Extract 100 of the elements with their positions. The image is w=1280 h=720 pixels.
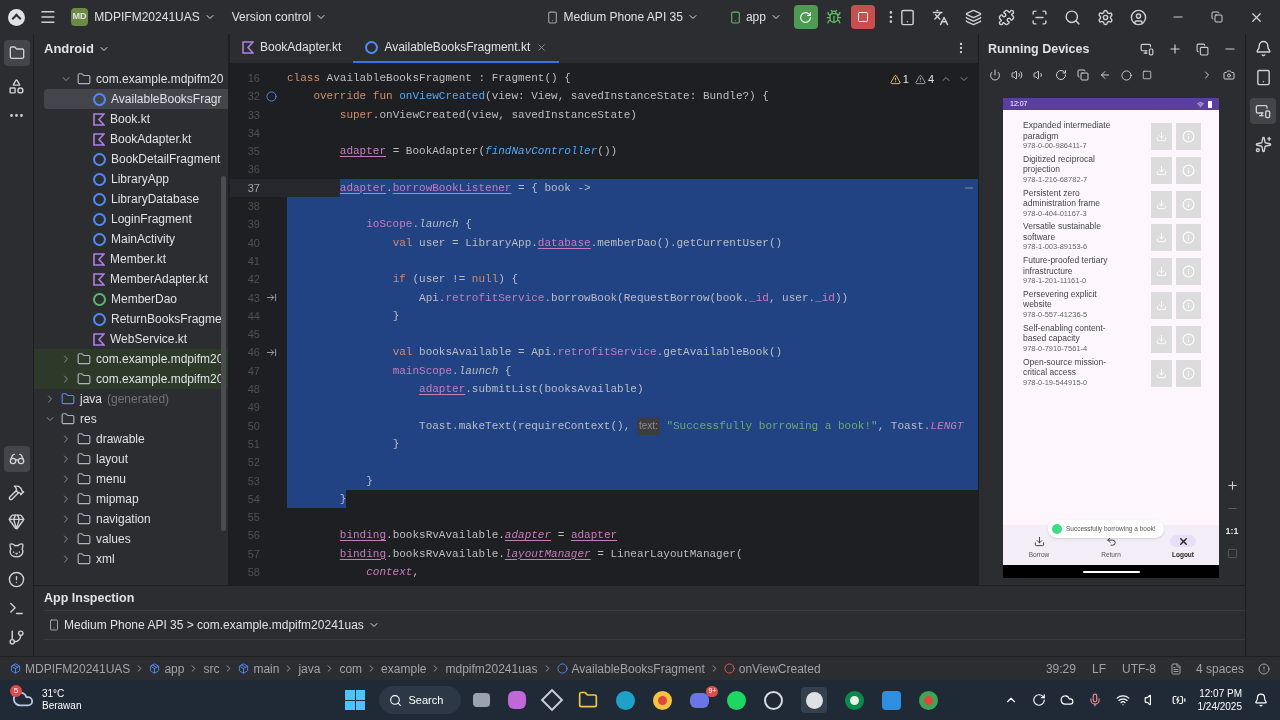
readonly-icon[interactable]: [1169, 662, 1182, 675]
breadcrumb[interactable]: onViewCreated: [723, 659, 821, 678]
rotate-icon[interactable]: [1055, 69, 1067, 81]
file-encoding[interactable]: UTF-8: [1121, 659, 1156, 678]
restore-icon[interactable]: [1211, 11, 1223, 23]
run-configuration[interactable]: app: [728, 8, 782, 26]
android-studio-icon[interactable]: [801, 687, 828, 713]
status-icon[interactable]: [1258, 662, 1270, 675]
code-editor-icon[interactable]: [882, 690, 902, 710]
fold-icon[interactable]: [1077, 69, 1089, 81]
plugin-icon[interactable]: [998, 8, 1015, 26]
account-icon[interactable]: [1130, 8, 1147, 26]
settings-icon[interactable]: [1097, 8, 1114, 26]
scrollbar[interactable]: [221, 176, 226, 531]
home-icon[interactable]: [1121, 69, 1132, 81]
battery-icon[interactable]: [1171, 693, 1186, 707]
tree-item[interactable]: mipmap: [34, 489, 228, 509]
volume-down-icon[interactable]: [1033, 69, 1045, 81]
line-separator[interactable]: LF: [1091, 659, 1106, 678]
search-button[interactable]: Search: [379, 686, 462, 714]
breadcrumb[interactable]: app: [149, 659, 185, 678]
tree-item[interactable]: com.example.mdpifm20: [34, 369, 228, 389]
tree-item[interactable]: menu: [34, 469, 228, 489]
power-icon[interactable]: [989, 69, 1001, 81]
edge-icon[interactable]: [616, 690, 636, 710]
volume-up-icon[interactable]: [1011, 69, 1023, 81]
terminal-icon[interactable]: [8, 600, 25, 617]
device-tab-icon[interactable]: [1140, 42, 1154, 56]
tree-item[interactable]: layout: [34, 449, 228, 469]
translate-icon[interactable]: [932, 8, 949, 26]
layers-icon[interactable]: [965, 8, 982, 26]
menu-icon[interactable]: [38, 8, 57, 26]
tree-item[interactable]: MemberDao: [34, 289, 228, 309]
tree-item[interactable]: LibraryDatabase: [34, 189, 228, 209]
shapes-icon[interactable]: [8, 78, 25, 95]
breadcrumb[interactable]: main: [238, 659, 280, 678]
breadcrumb[interactable]: java: [298, 659, 321, 678]
weak-warning-count[interactable]: 4: [914, 71, 934, 88]
device-selector[interactable]: Medium Phone API 35: [546, 8, 699, 26]
tree-item[interactable]: Member.kt: [34, 249, 228, 269]
cloud-icon[interactable]: [1059, 693, 1074, 707]
indent-setting[interactable]: 4 spaces: [1195, 659, 1244, 678]
tree-item[interactable]: res: [34, 409, 228, 429]
git-icon[interactable]: [8, 629, 25, 646]
breadcrumb[interactable]: com: [339, 659, 363, 678]
date[interactable]: 1/24/2025: [1197, 700, 1242, 713]
tree-item[interactable]: com.example.mdpifm20: [34, 69, 228, 89]
zoom-in-icon[interactable]: [1225, 478, 1239, 492]
notifications-icon[interactable]: [1254, 693, 1268, 707]
override-icon[interactable]: [266, 90, 277, 102]
warning-count[interactable]: 1: [889, 71, 909, 88]
tree-item[interactable]: Book.kt: [34, 109, 228, 129]
clock[interactable]: 12:07 PM: [1199, 687, 1242, 700]
tree-item[interactable]: ReturnBooksFragme: [34, 309, 228, 329]
caret-position[interactable]: 39:29: [1045, 659, 1076, 678]
tree-item[interactable]: LoginFragment: [34, 209, 228, 229]
tree-item[interactable]: com.example.mdpifm20: [34, 349, 228, 369]
actual-size-button[interactable]: 1:1: [1225, 524, 1239, 539]
close-tab-icon[interactable]: [536, 41, 548, 53]
breadcrumb[interactable]: example: [381, 659, 427, 678]
tree-item[interactable]: LibraryApp: [34, 169, 228, 189]
windows-start-button[interactable]: [345, 690, 366, 710]
tree-item[interactable]: BookDetailFragment: [34, 149, 228, 169]
back-icon[interactable]: [1099, 69, 1111, 81]
breadcrumb[interactable]: src: [203, 659, 220, 678]
notifications-icon[interactable]: [1254, 40, 1272, 57]
tree-item[interactable]: BookAdapter.kt: [34, 129, 228, 149]
search-icon[interactable]: [1064, 8, 1081, 26]
breadcrumb[interactable]: MDPIFM20241UAS: [10, 659, 131, 678]
editor-tab[interactable]: BookAdapter.kt: [230, 33, 354, 63]
tree-item[interactable]: xml: [34, 549, 228, 569]
microphone-icon[interactable]: [1087, 693, 1102, 707]
tree-item[interactable]: navigation: [34, 509, 228, 529]
editor-tab[interactable]: AvailableBooksFragment.kt: [353, 33, 560, 63]
problems-icon[interactable]: [8, 571, 25, 588]
copilot-icon[interactable]: [508, 691, 527, 709]
task-view-icon[interactable]: [473, 693, 491, 707]
breadcrumb[interactable]: mdpifm20241uas: [445, 659, 538, 678]
sparkle-icon[interactable]: [1254, 136, 1272, 153]
running-devices-tool-button[interactable]: [1250, 98, 1276, 124]
app-icon[interactable]: [845, 690, 865, 710]
debug-icon[interactable]: [825, 9, 842, 25]
device-manager-icon[interactable]: [1254, 69, 1272, 86]
stop-button[interactable]: [851, 5, 876, 29]
layout-icon[interactable]: [1196, 42, 1209, 56]
overview-icon[interactable]: [1142, 70, 1152, 80]
wifi-icon[interactable]: [1115, 693, 1130, 707]
screenshot-icon[interactable]: [1223, 69, 1235, 81]
project-selector[interactable]: MDPIFM20241UAS: [94, 8, 216, 26]
tree-item[interactable]: WebService.kt: [34, 329, 228, 349]
rerun-button[interactable]: [793, 5, 818, 29]
file-explorer-icon[interactable]: [578, 690, 599, 710]
tree-item[interactable]: values: [34, 529, 228, 549]
scan-icon[interactable]: [1031, 8, 1048, 26]
tree-item[interactable]: java (generated): [34, 389, 228, 409]
tree-item[interactable]: AvailableBooksFragr: [44, 89, 228, 109]
project-view-selector[interactable]: Android: [44, 39, 110, 59]
app-inspection-tool-button[interactable]: [3, 446, 30, 472]
cat-icon[interactable]: [8, 542, 25, 559]
music-app-icon[interactable]: [727, 690, 747, 710]
